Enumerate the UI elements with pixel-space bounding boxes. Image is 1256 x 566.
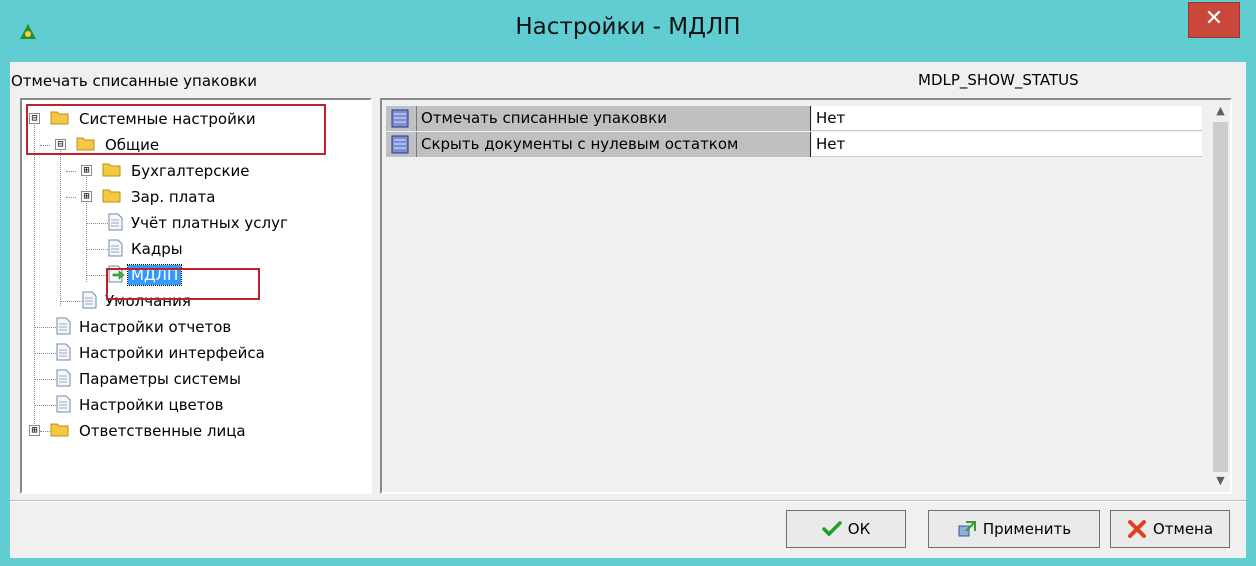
tree-item-report-settings[interactable]: Настройки отчетов xyxy=(22,314,362,340)
tree-item-salary[interactable]: ⊞ Зар. плата xyxy=(22,184,362,210)
collapse-icon[interactable]: ⊟ xyxy=(29,113,40,124)
properties-grid: Отмечать списанные упаковки Нет Скрыть д… xyxy=(380,98,1232,494)
apply-icon xyxy=(957,520,977,538)
table-row[interactable]: Скрыть документы с нулевым остатком Нет xyxy=(386,132,1212,157)
folder-icon xyxy=(102,187,122,203)
tree-item-defaults[interactable]: Умолчания xyxy=(22,288,362,314)
folder-icon xyxy=(102,161,122,177)
tree-item-label: Параметры системы xyxy=(79,370,241,388)
checkmark-icon xyxy=(822,520,842,538)
page-icon xyxy=(56,317,71,335)
folder-icon xyxy=(50,109,70,125)
ok-button[interactable]: ОК xyxy=(786,510,906,548)
tree-item-color-settings[interactable]: Настройки цветов xyxy=(22,392,362,418)
tree-item-label: Системные настройки xyxy=(79,110,256,128)
tree-item-label: Учёт платных услуг xyxy=(131,214,288,232)
tree-item-label: Ответственные лица xyxy=(79,422,246,440)
close-icon: ✕ xyxy=(1204,6,1224,31)
expand-icon[interactable]: ⊞ xyxy=(81,165,92,176)
tree-item-label: Зар. плата xyxy=(131,188,216,206)
tree-item-accounting[interactable]: ⊞ Бухгалтерские xyxy=(22,158,362,184)
page-icon xyxy=(108,213,123,231)
page-icon xyxy=(56,369,71,387)
tree-item-personnel[interactable]: Кадры xyxy=(22,236,362,262)
setting-description: Отмечать списанные упаковки xyxy=(11,72,257,90)
settings-tree[interactable]: ⊟ Системные настройки ⊟ Общие ⊞ Бухгалте… xyxy=(20,98,372,494)
apply-button[interactable]: Применить xyxy=(928,510,1100,548)
tree-item-label: Кадры xyxy=(131,240,183,258)
scroll-up-icon[interactable]: ▲ xyxy=(1212,102,1229,120)
tree-item-label: Настройки интерфейса xyxy=(79,344,265,362)
expand-icon[interactable]: ⊞ xyxy=(29,425,40,436)
close-button[interactable]: ✕ xyxy=(1188,2,1240,38)
page-arrow-icon xyxy=(108,265,125,283)
row-icon xyxy=(386,132,417,157)
settings-window: Настройки - МДЛП ✕ Отмечать списанные уп… xyxy=(0,0,1256,566)
tree-item-system-settings[interactable]: ⊟ Системные настройки xyxy=(22,106,362,132)
cancel-button[interactable]: Отмена xyxy=(1110,510,1230,548)
collapse-icon[interactable]: ⊟ xyxy=(55,139,66,150)
title-bar[interactable]: Настройки - МДЛП ✕ xyxy=(0,0,1256,60)
folder-icon xyxy=(76,135,96,151)
separator xyxy=(10,500,1246,502)
client-area: Отмечать списанные упаковки MDLP_SHOW_ST… xyxy=(10,62,1246,558)
property-value[interactable]: Нет xyxy=(812,106,1202,131)
scroll-thumb[interactable] xyxy=(1213,122,1228,472)
setting-key: MDLP_SHOW_STATUS xyxy=(918,71,1079,89)
tree-item-label: Бухгалтерские xyxy=(131,162,250,180)
tree-item-general[interactable]: ⊟ Общие xyxy=(22,132,362,158)
cancel-x-icon xyxy=(1127,520,1147,538)
window-title: Настройки - МДЛП xyxy=(515,14,741,40)
tree-item-label: Настройки цветов xyxy=(79,396,224,414)
property-value[interactable]: Нет xyxy=(812,132,1202,157)
page-icon xyxy=(108,239,123,257)
tree-item-interface-settings[interactable]: Настройки интерфейса xyxy=(22,340,362,366)
row-icon xyxy=(386,106,417,131)
vertical-scrollbar[interactable]: ▲ ▼ xyxy=(1212,102,1229,490)
property-name: Скрыть документы с нулевым остатком xyxy=(417,132,811,157)
page-icon xyxy=(56,395,71,413)
tree-item-label: Настройки отчетов xyxy=(79,318,232,336)
apply-label: Применить xyxy=(982,520,1072,538)
tree-item-responsible-persons[interactable]: ⊞ Ответственные лица xyxy=(22,418,362,444)
page-icon xyxy=(82,291,97,309)
property-name: Отмечать списанные упаковки xyxy=(417,106,811,131)
page-icon xyxy=(56,343,71,361)
folder-icon xyxy=(50,421,70,437)
table-row[interactable]: Отмечать списанные упаковки Нет xyxy=(386,106,1212,131)
tree-item-label: Умолчания xyxy=(105,292,191,310)
tree-item-mdlp[interactable]: МДЛП xyxy=(22,262,362,288)
expand-icon[interactable]: ⊞ xyxy=(81,191,92,202)
cancel-label: Отмена xyxy=(1152,520,1214,538)
tree-item-label: МДЛП xyxy=(126,264,183,286)
tree-item-label: Общие xyxy=(105,136,160,154)
tree-item-system-parameters[interactable]: Параметры системы xyxy=(22,366,362,392)
scroll-down-icon[interactable]: ▼ xyxy=(1212,472,1229,490)
ok-label: ОК xyxy=(847,520,871,538)
tree-item-paid-services[interactable]: Учёт платных услуг xyxy=(22,210,362,236)
